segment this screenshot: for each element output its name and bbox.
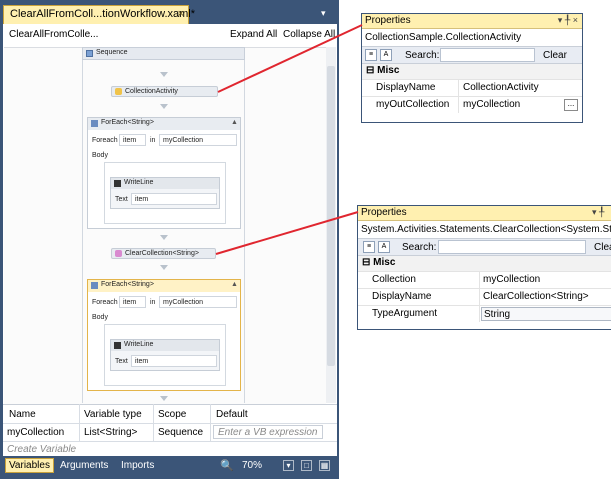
callout-line-collection-activity bbox=[217, 24, 363, 93]
callout-lines bbox=[215, 24, 363, 255]
callout-line-clear-collection bbox=[215, 211, 359, 255]
